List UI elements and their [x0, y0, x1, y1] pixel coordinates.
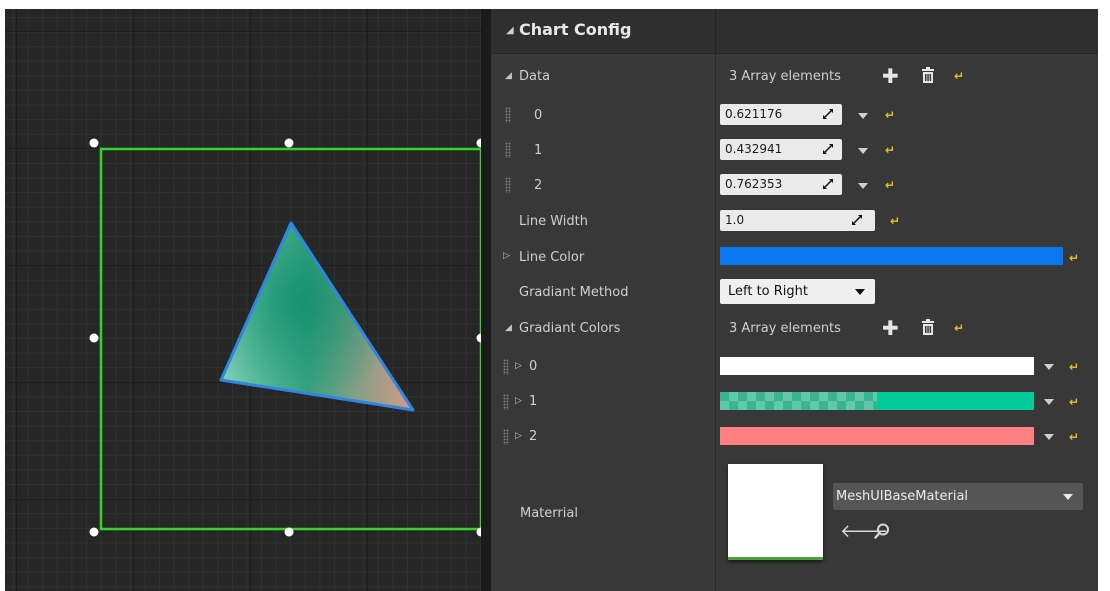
asset-name: MeshUIBaseMaterial: [836, 489, 969, 504]
drag-handle-icon[interactable]: [505, 142, 511, 158]
numeric-value[interactable]: 0.762353: [725, 177, 782, 191]
numeric-input[interactable]: 0.432941: [720, 139, 842, 160]
spin-drag-icon[interactable]: [822, 108, 834, 120]
gradiant-method-dropdown[interactable]: Left to Right: [720, 279, 875, 304]
array-element-row: ▷ 1 ↵: [491, 385, 1098, 420]
material-asset-dropdown[interactable]: MeshUIBaseMaterial: [833, 483, 1083, 510]
reset-to-default-icon[interactable]: ↵: [1069, 431, 1079, 443]
property-label-line-color: Line Color: [519, 250, 585, 265]
numeric-value[interactable]: 0.432941: [725, 142, 782, 156]
array-element-row: ▷ 2 ↵: [491, 420, 1098, 455]
panel-splitter[interactable]: [481, 9, 491, 591]
alpha-checker: [720, 392, 877, 410]
array-index: 1: [534, 143, 543, 158]
property-row-gradiant-colors: ◢ Gradiant Colors 3 Array elements ✚ ↵: [491, 311, 1098, 346]
chevron-down-icon[interactable]: [858, 113, 868, 119]
chevron-down-icon[interactable]: [1044, 399, 1054, 405]
property-label-gradiant-method: Gradiant Method: [519, 285, 629, 300]
numeric-value[interactable]: 1.0: [725, 213, 744, 227]
color-swatch-line-color[interactable]: [720, 247, 1063, 265]
triangle-expand-icon[interactable]: ▷: [515, 431, 522, 441]
chevron-down-icon[interactable]: [1044, 434, 1054, 440]
triangle-expand-icon[interactable]: ▷: [503, 251, 510, 261]
triangle-expand-icon[interactable]: ▷: [515, 396, 522, 406]
drag-handle-icon[interactable]: [503, 394, 509, 410]
reset-to-default-icon[interactable]: ↵: [1069, 361, 1079, 373]
header-separator: [715, 9, 716, 54]
chevron-down-icon[interactable]: [858, 148, 868, 154]
reset-to-default-icon[interactable]: ↵: [890, 215, 900, 227]
reset-to-default-icon[interactable]: ↵: [1069, 252, 1079, 264]
array-index: 2: [529, 429, 538, 444]
reset-to-default-icon[interactable]: ↵: [885, 144, 895, 156]
line-width-input[interactable]: 1.0: [720, 210, 875, 231]
drag-handle-icon[interactable]: [505, 107, 511, 123]
resize-handle-left[interactable]: [89, 333, 99, 343]
numeric-value[interactable]: 0.621176: [725, 107, 782, 121]
details-panel: ◢ Chart Config ◢ Data 3 Array elements ✚…: [491, 9, 1098, 591]
numeric-input[interactable]: 0.762353: [720, 174, 842, 195]
designer-viewport[interactable]: [5, 9, 481, 591]
triangle-collapse-icon[interactable]: ◢: [506, 25, 514, 36]
resize-handle-top-left[interactable]: [89, 138, 99, 148]
chevron-down-icon[interactable]: [858, 183, 868, 189]
color-swatch[interactable]: [720, 427, 1034, 445]
reset-to-default-icon[interactable]: ↵: [885, 179, 895, 191]
trash-icon[interactable]: [921, 319, 935, 335]
chevron-down-icon: [855, 289, 865, 295]
array-element-row: 0 0.621176 ↵: [491, 97, 1098, 132]
dropdown-value: Left to Right: [728, 284, 809, 299]
asset-type-color-bar: [728, 557, 823, 560]
triangle-expand-icon[interactable]: ▷: [515, 361, 522, 371]
drag-handle-icon[interactable]: [503, 359, 509, 375]
category-title: Chart Config: [519, 20, 632, 39]
material-thumbnail[interactable]: [728, 464, 823, 560]
drag-handle-icon[interactable]: [505, 177, 511, 193]
plus-icon[interactable]: ✚: [882, 318, 899, 338]
reset-to-default-icon[interactable]: ↵: [885, 109, 895, 121]
array-element-row: 1 0.432941 ↵: [491, 132, 1098, 167]
array-summary-gradiant-colors: 3 Array elements: [729, 321, 841, 336]
array-element-row: 2 0.762353 ↵: [491, 167, 1098, 202]
reset-to-default-icon[interactable]: ↵: [954, 322, 964, 334]
resize-handle-bottom[interactable]: [284, 527, 294, 537]
array-element-row: ▷ 0 ↵: [491, 350, 1098, 385]
triangle-collapse-icon[interactable]: ◢: [505, 71, 512, 81]
property-row-data: ◢ Data 3 Array elements ✚ ↵: [491, 59, 1098, 94]
reset-to-default-icon[interactable]: ↵: [954, 70, 964, 82]
property-row-line-width: Line Width 1.0 ↵: [491, 204, 1098, 239]
property-label-gradiant-colors: Gradiant Colors: [519, 321, 621, 336]
property-row-gradiant-method: Gradiant Method Left to Right: [491, 275, 1098, 310]
resize-handle-top[interactable]: [284, 138, 294, 148]
color-swatch[interactable]: [720, 392, 1034, 410]
viewport-canvas[interactable]: [5, 9, 481, 591]
search-icon[interactable]: [874, 523, 890, 539]
category-header-chart-config[interactable]: ◢ Chart Config: [491, 9, 1098, 54]
color-swatch[interactable]: [720, 357, 1034, 375]
property-label-data: Data: [519, 69, 551, 84]
array-index: 0: [529, 359, 538, 374]
plus-icon[interactable]: ✚: [882, 66, 899, 86]
property-label-line-width: Line Width: [519, 214, 588, 229]
drag-handle-icon[interactable]: [503, 429, 509, 445]
trash-icon[interactable]: [921, 67, 935, 83]
property-label-material: Materrial: [520, 506, 578, 521]
spin-drag-icon[interactable]: [851, 214, 863, 226]
property-row-line-color: ▷ Line Color ↵: [491, 240, 1098, 275]
array-index: 0: [534, 108, 543, 123]
array-index: 2: [534, 178, 543, 193]
spin-drag-icon[interactable]: [822, 178, 834, 190]
triangle-collapse-icon[interactable]: ◢: [505, 323, 512, 333]
chevron-down-icon[interactable]: [1044, 364, 1054, 370]
array-index: 1: [529, 394, 538, 409]
spin-drag-icon[interactable]: [822, 143, 834, 155]
numeric-input[interactable]: 0.621176: [720, 104, 842, 125]
chevron-down-icon: [1063, 494, 1073, 500]
reset-to-default-icon[interactable]: ↵: [1069, 396, 1079, 408]
resize-handle-bottom-left[interactable]: [89, 527, 99, 537]
array-summary-data: 3 Array elements: [729, 69, 841, 84]
